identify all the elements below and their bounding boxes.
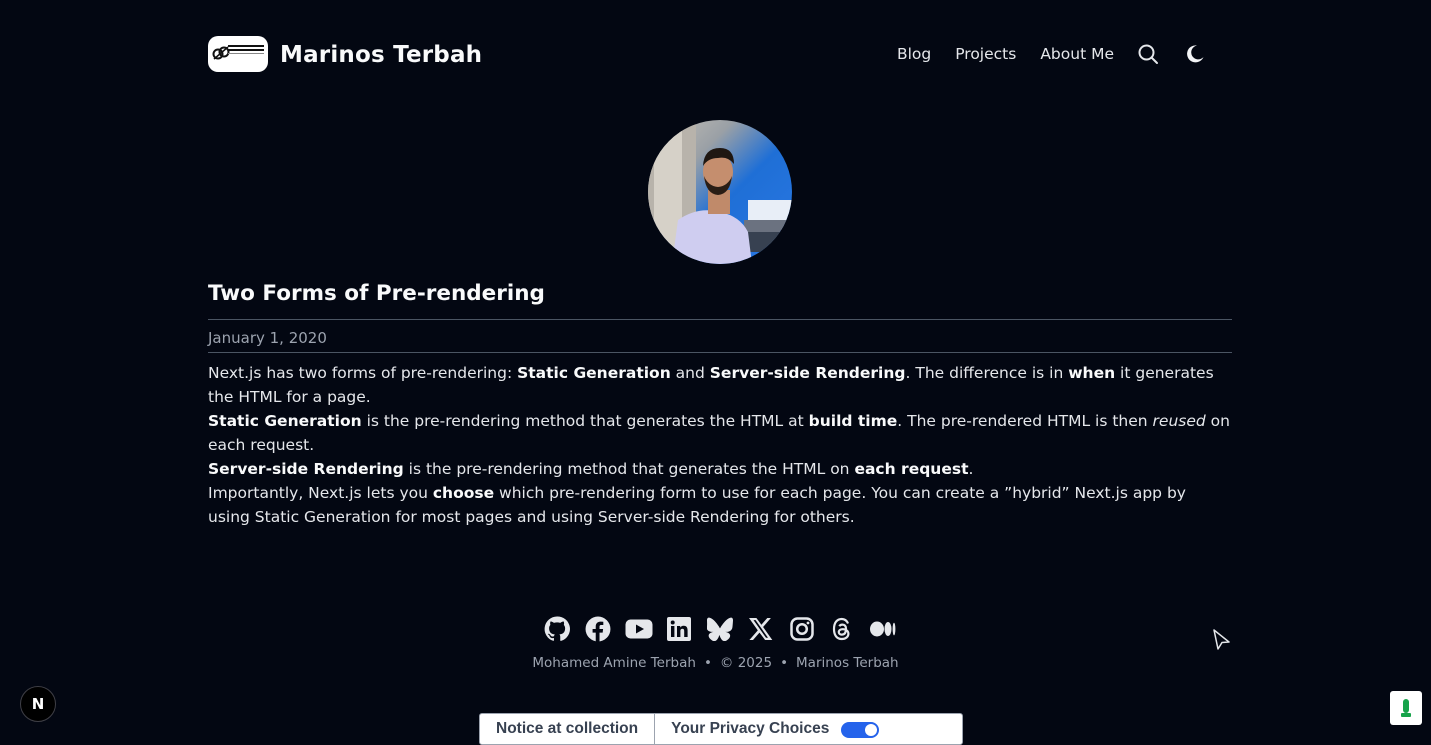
privacy-banner: Notice at collection Your Privacy Choice… bbox=[479, 713, 963, 745]
nav-blog[interactable]: Blog bbox=[897, 45, 931, 63]
moon-icon[interactable] bbox=[1181, 40, 1209, 68]
privacy-choices-label: Your Privacy Choices bbox=[671, 720, 830, 737]
medium-icon[interactable] bbox=[869, 615, 897, 643]
footer-copyright: © 2025 bbox=[719, 655, 773, 671]
post-title: Two Forms of Pre-rendering bbox=[208, 281, 545, 306]
bluesky-icon[interactable] bbox=[706, 615, 734, 643]
logo-wordmark bbox=[228, 45, 264, 56]
search-icon[interactable] bbox=[1134, 40, 1162, 68]
post-content: Next.js has two forms of pre-rendering: … bbox=[208, 361, 1232, 529]
cursor-icon bbox=[1212, 628, 1232, 656]
post-date: January 1, 2020 bbox=[208, 329, 327, 347]
main-nav: Blog Projects About Me bbox=[897, 36, 1232, 72]
nav-about-me[interactable]: About Me bbox=[1040, 45, 1114, 63]
notice-at-collection-button[interactable]: Notice at collection bbox=[480, 714, 654, 744]
github-icon[interactable] bbox=[543, 615, 571, 643]
paragraph: Static Generation is the pre-rendering m… bbox=[208, 412, 1230, 454]
paragraph: Importantly, Next.js lets you choose whi… bbox=[208, 484, 1186, 526]
instagram-icon[interactable] bbox=[788, 615, 816, 643]
privacy-toggle-icon[interactable] bbox=[841, 722, 880, 738]
site-header: Marinos Terbah Blog Projects About Me bbox=[208, 36, 1232, 72]
title-divider bbox=[208, 319, 1232, 320]
footer-author[interactable]: Mohamed Amine Terbah bbox=[532, 655, 696, 671]
date-divider bbox=[208, 352, 1232, 353]
site-title[interactable]: Marinos Terbah bbox=[280, 42, 482, 68]
footer-credits: Mohamed Amine Terbah • © 2025 • Marinos Terb… bbox=[0, 655, 1431, 671]
footer-separator: • bbox=[780, 655, 789, 671]
accessibility-widget[interactable] bbox=[1390, 691, 1422, 725]
nextjs-dev-badge[interactable]: N bbox=[20, 686, 56, 722]
site-logo[interactable] bbox=[208, 36, 268, 72]
paragraph: Server-side Rendering is the pre-renderi… bbox=[208, 460, 974, 478]
paragraph: Next.js has two forms of pre-rendering: … bbox=[208, 364, 1214, 406]
privacy-choices-button[interactable]: Your Privacy Choices bbox=[654, 714, 895, 744]
footer-separator: • bbox=[703, 655, 712, 671]
profile-avatar bbox=[648, 120, 792, 264]
social-links bbox=[543, 615, 897, 643]
widget-icon bbox=[1401, 699, 1411, 717]
notice-at-collection-label: Notice at collection bbox=[496, 720, 639, 737]
nav-projects[interactable]: Projects bbox=[955, 45, 1016, 63]
footer-site[interactable]: Marinos Terbah bbox=[796, 655, 899, 671]
youtube-icon[interactable] bbox=[625, 615, 653, 643]
linkedin-icon[interactable] bbox=[665, 615, 693, 643]
x-icon[interactable] bbox=[747, 615, 775, 643]
threads-icon[interactable] bbox=[828, 615, 856, 643]
facebook-icon[interactable] bbox=[584, 615, 612, 643]
